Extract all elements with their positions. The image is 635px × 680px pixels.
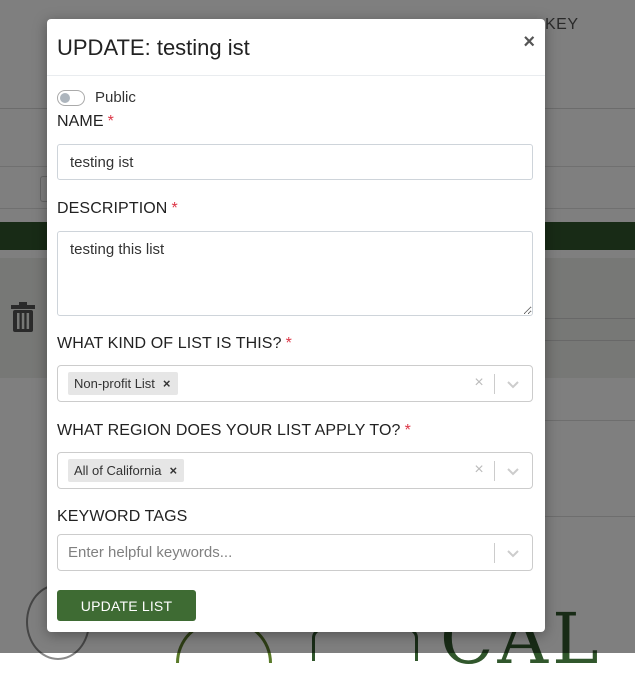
selected-chip: All of California ×	[68, 459, 185, 482]
name-input[interactable]	[57, 144, 533, 180]
selected-chip: Non-profit List ×	[68, 372, 178, 395]
select-separator	[494, 374, 495, 394]
update-list-button[interactable]: UPDATE LIST	[57, 590, 196, 621]
required-mark: *	[285, 335, 292, 352]
close-icon[interactable]: ×	[523, 32, 535, 52]
description-label: DESCRIPTION *	[57, 200, 178, 218]
list-kind-select[interactable]: Non-profit List × ×	[57, 365, 533, 402]
chevron-down-icon[interactable]	[504, 374, 522, 394]
required-mark: *	[107, 113, 114, 130]
keywords-select[interactable]: Enter helpful keywords...	[57, 534, 533, 571]
chevron-down-icon[interactable]	[504, 543, 522, 563]
select-separator	[494, 461, 495, 481]
chip-label: All of California	[74, 463, 162, 478]
required-mark: *	[404, 422, 411, 439]
chip-remove-icon[interactable]: ×	[167, 463, 184, 478]
required-mark: *	[171, 200, 178, 217]
select-separator	[494, 543, 495, 563]
chip-remove-icon[interactable]: ×	[161, 376, 178, 391]
region-label-text: WHAT REGION DOES YOUR LIST APPLY TO?	[57, 422, 401, 439]
toggle-knob	[60, 92, 70, 103]
description-textarea[interactable]: testing this list	[57, 231, 533, 316]
region-select[interactable]: All of California × ×	[57, 452, 533, 489]
clear-icon[interactable]: ×	[470, 373, 488, 393]
chevron-down-icon[interactable]	[504, 461, 522, 481]
keywords-placeholder: Enter helpful keywords...	[68, 544, 233, 561]
public-toggle-label: Public	[95, 89, 136, 106]
list-kind-label-text: WHAT KIND OF LIST IS THIS?	[57, 335, 282, 352]
modal-header: UPDATE: testing ist ×	[47, 19, 545, 76]
description-label-text: DESCRIPTION	[57, 200, 168, 217]
public-toggle[interactable]	[57, 89, 85, 106]
chip-label: Non-profit List	[74, 376, 155, 391]
modal-title: UPDATE: testing ist	[57, 35, 250, 60]
keywords-label: KEYWORD TAGS	[57, 508, 188, 525]
region-label: WHAT REGION DOES YOUR LIST APPLY TO? *	[57, 422, 411, 440]
public-toggle-row: Public	[57, 89, 136, 106]
name-label-text: NAME	[57, 113, 104, 130]
list-kind-label: WHAT KIND OF LIST IS THIS? *	[57, 335, 292, 353]
name-label: NAME *	[57, 113, 114, 131]
update-list-modal: UPDATE: testing ist × Public NAME* DESCR…	[47, 19, 545, 632]
clear-icon[interactable]: ×	[470, 460, 488, 480]
